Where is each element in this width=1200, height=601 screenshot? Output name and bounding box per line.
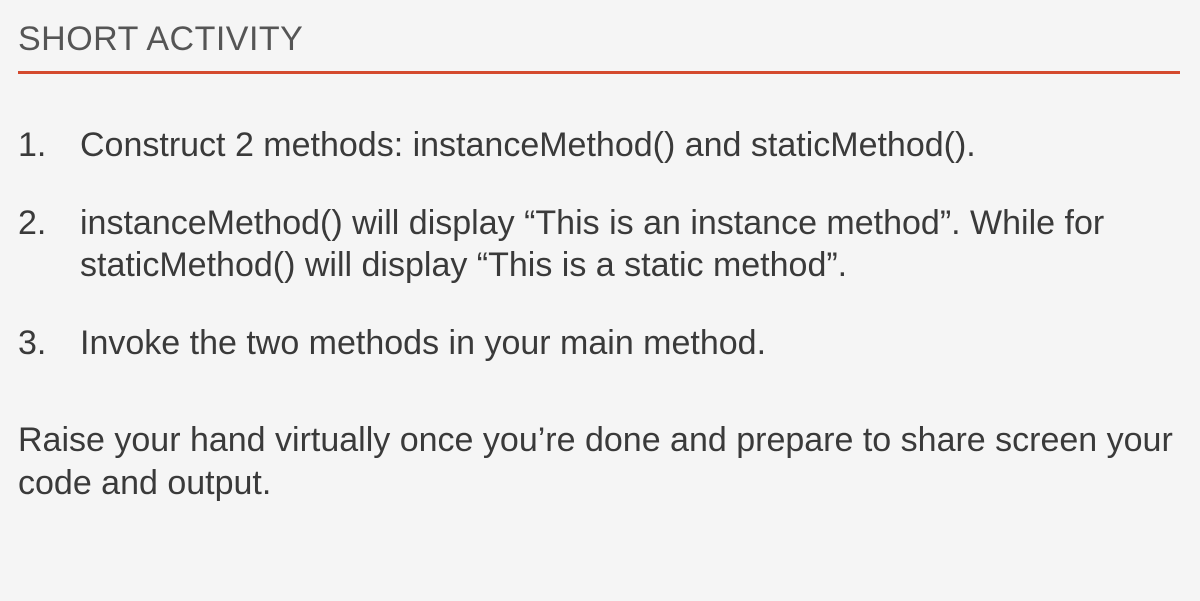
list-item: Construct 2 methods: instanceMethod() an…: [18, 124, 1180, 167]
slide-content: Construct 2 methods: instanceMethod() an…: [18, 124, 1180, 504]
title-divider: [18, 71, 1180, 74]
list-item: Invoke the two methods in your main meth…: [18, 322, 1180, 365]
footer-instruction: Raise your hand virtually once you’re do…: [18, 419, 1180, 504]
list-item: instanceMethod() will display “This is a…: [18, 202, 1180, 287]
slide-title: SHORT ACTIVITY: [18, 20, 1180, 59]
activity-list: Construct 2 methods: instanceMethod() an…: [18, 124, 1180, 364]
